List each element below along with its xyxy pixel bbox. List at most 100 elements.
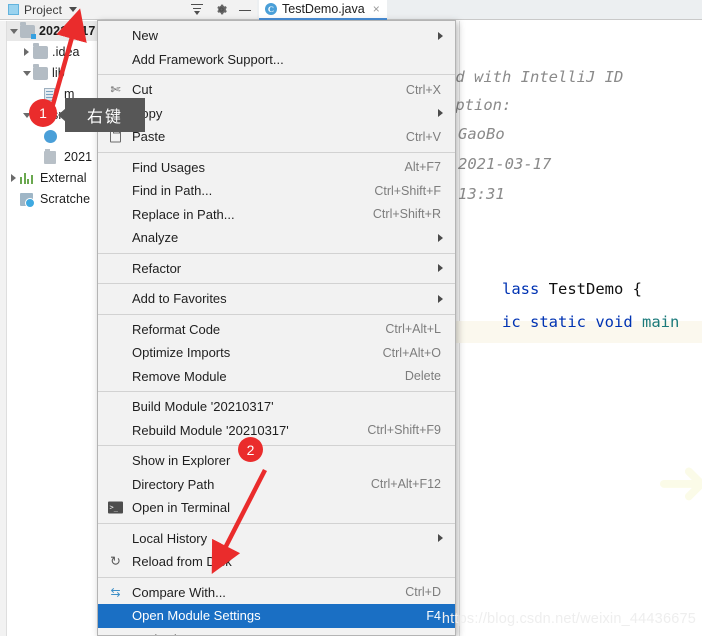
menu-shortcut: Ctrl+Shift+F9	[367, 423, 441, 438]
menu-item-refactor[interactable]: Refactor	[98, 257, 455, 281]
external-libraries-icon	[20, 172, 35, 185]
editor-tab-strip: C TestDemo.java ×	[257, 0, 702, 20]
java-class-icon	[44, 129, 59, 143]
cut-icon: ✄	[110, 82, 121, 97]
tree-node-scratches[interactable]: Scratche	[20, 189, 90, 209]
chevron-down-icon[interactable]	[7, 29, 20, 34]
hide-panel-icon[interactable]	[237, 3, 253, 17]
terminal-icon: >_	[107, 500, 124, 515]
submenu-arrow-icon	[438, 31, 443, 40]
chevron-right-icon[interactable]	[20, 48, 33, 56]
chevron-right-icon[interactable]	[7, 174, 20, 182]
code-editor[interactable]: ➜ ed with IntelliJ ID iption: GaoBo 2021…	[456, 21, 702, 636]
menu-shortcut: Ctrl+Shift+F	[374, 183, 441, 198]
menu-separator	[98, 283, 455, 284]
menu-shortcut: Alt+F7	[404, 160, 441, 175]
scratches-icon	[20, 192, 35, 208]
module-folder-icon	[20, 22, 36, 39]
menu-item-analyze[interactable]: Analyze	[98, 226, 455, 250]
menu-label: Find Usages	[132, 159, 205, 175]
close-icon[interactable]: ×	[373, 2, 380, 16]
menu-item-add-framework-support[interactable]: Add Framework Support...	[98, 48, 455, 72]
menu-label: New	[132, 28, 159, 44]
menu-label: Show in Explorer	[132, 453, 231, 469]
submenu-arrow-icon	[438, 264, 443, 273]
menu-label: Compare With...	[132, 584, 226, 600]
tree-label-lib: lib	[52, 66, 65, 80]
menu-item-show-in-explorer[interactable]: Show in Explorer	[98, 449, 455, 473]
tab-testdemo-java[interactable]: C TestDemo.java ×	[259, 0, 387, 20]
panel-title: Project	[24, 2, 63, 17]
menu-shortcut: F4	[426, 608, 441, 623]
menu-separator	[98, 313, 455, 315]
submenu-arrow-icon	[438, 534, 443, 543]
menu-item-directory-path[interactable]: Directory Path Ctrl+Alt+F12	[98, 473, 455, 497]
tree-node-idea[interactable]: .idea	[20, 42, 80, 62]
tab-label: TestDemo.java	[282, 2, 365, 16]
menu-item-add-to-favorites[interactable]: Add to Favorites	[98, 287, 455, 311]
tree-node-iml-file[interactable]: 2021	[44, 147, 92, 167]
code-line-comment-0: ed with IntelliJ ID	[456, 68, 624, 86]
menu-shortcut: Ctrl+Alt+O	[382, 345, 441, 360]
menu-item-optimize-imports[interactable]: Optimize Imports Ctrl+Alt+O	[98, 341, 455, 365]
menu-separator	[98, 576, 455, 578]
menu-item-remove-module[interactable]: Remove Module Delete	[98, 365, 455, 389]
menu-item-find-in-path[interactable]: Find in Path... Ctrl+Shift+F	[98, 179, 455, 203]
chevron-down-icon[interactable]	[69, 7, 78, 12]
submenu-arrow-icon	[438, 294, 443, 303]
menu-item-compare-with[interactable]: ⇆ Compare With... Ctrl+D	[98, 581, 455, 605]
menu-label: Open Module Settings	[132, 608, 261, 624]
menu-item-build-module[interactable]: Build Module '20210317'	[98, 395, 455, 419]
menu-item-reload-from-disk[interactable]: ↻ Reload from Disk	[98, 550, 455, 574]
menu-label: Local History	[132, 530, 208, 546]
menu-label: Directory Path	[132, 476, 215, 492]
keyword-modifiers: ic static void	[502, 313, 642, 331]
chevron-down-icon[interactable]	[20, 71, 33, 76]
tree-gutter	[0, 21, 7, 636]
code-line-comment-4: 13:31	[458, 185, 505, 203]
context-menu[interactable]: New Add Framework Support... ✄ Cut Ctrl+…	[97, 20, 456, 636]
decorative-arrow-icon: ➜	[656, 446, 702, 520]
reload-icon: ↻	[110, 553, 121, 569]
code-line-comment-1: iption:	[456, 96, 512, 114]
menu-label: Build Module '20210317'	[132, 399, 274, 415]
tree-node-lib[interactable]: lib	[20, 63, 65, 83]
project-panel-header: Project	[0, 0, 185, 20]
menu-shortcut: Ctrl+D	[405, 585, 441, 600]
tree-label-external: External	[40, 171, 87, 185]
menu-item-replace-in-path[interactable]: Replace in Path... Ctrl+Shift+R	[98, 203, 455, 227]
menu-item-rebuild-module[interactable]: Rebuild Module '20210317' Ctrl+Shift+F9	[98, 419, 455, 443]
tree-label-scratches: Scratche	[40, 192, 91, 206]
menu-item-paste[interactable]: Paste Ctrl+V	[98, 125, 455, 149]
compare-icon: ⇆	[110, 585, 121, 600]
watermark: https://blog.csdn.net/weixin_44436675	[441, 611, 696, 627]
method-name-main: main	[641, 313, 680, 331]
tree-node-external-libraries[interactable]: External	[7, 168, 87, 188]
menu-label: Analyze	[132, 230, 179, 246]
menu-item-mark-directory-as[interactable]: Mark Directory as	[98, 628, 455, 635]
iml-file-icon	[44, 148, 59, 164]
menu-item-local-history[interactable]: Local History	[98, 527, 455, 551]
menu-label: Open in Terminal	[132, 500, 231, 516]
collapse-all-icon[interactable]	[189, 3, 205, 17]
menu-item-reformat-code[interactable]: Reformat Code Ctrl+Alt+L	[98, 318, 455, 342]
menu-separator	[98, 151, 455, 153]
menu-label: Remove Module	[132, 368, 227, 384]
menu-item-open-module-settings[interactable]: Open Module Settings F4	[98, 604, 455, 628]
project-icon	[8, 4, 19, 15]
tree-node-java-class[interactable]	[44, 126, 64, 146]
menu-item-find-usages[interactable]: Find Usages Alt+F7	[98, 156, 455, 180]
java-class-icon: C	[265, 3, 277, 15]
menu-label: Refactor	[132, 260, 182, 276]
menu-label: Reformat Code	[132, 321, 221, 337]
menu-item-cut[interactable]: ✄ Cut Ctrl+X	[98, 78, 455, 102]
tree-label-module: 20210317	[39, 24, 96, 38]
menu-shortcut: Ctrl+X	[405, 82, 441, 97]
menu-label: Reload from Disk	[132, 554, 232, 570]
settings-gear-icon[interactable]	[213, 3, 229, 17]
menu-item-open-in-terminal[interactable]: >_ Open in Terminal	[98, 496, 455, 520]
menu-label: Find in Path...	[132, 183, 213, 199]
tree-label-idea: .idea	[52, 45, 80, 59]
menu-item-new[interactable]: New	[98, 24, 455, 48]
menu-item-copy[interactable]: Copy	[98, 102, 455, 126]
